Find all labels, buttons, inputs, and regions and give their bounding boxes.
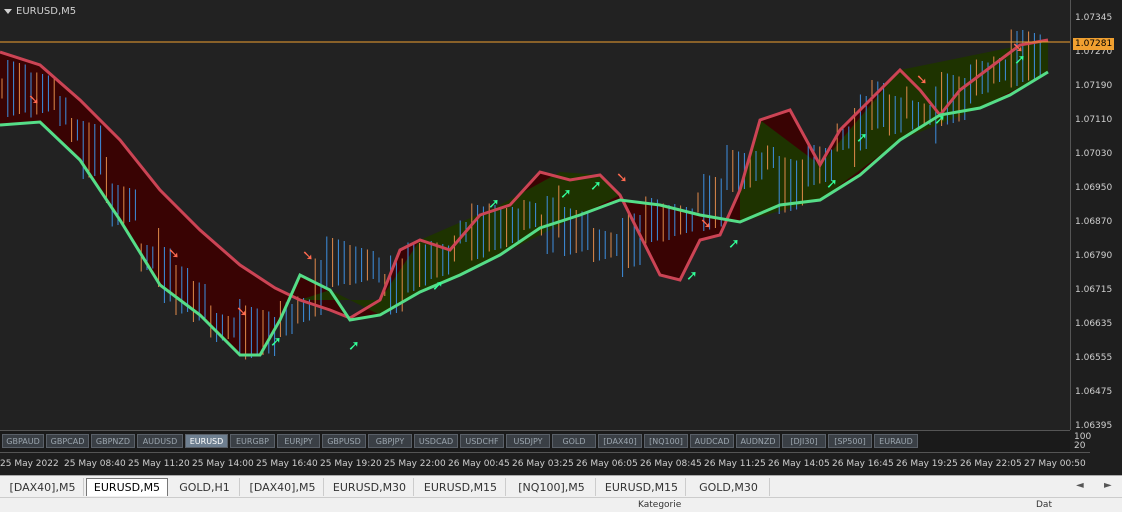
indicator-scale-bottom: 20	[1074, 441, 1086, 451]
current-price-label: 1.07281	[1073, 38, 1115, 50]
symbol-button-eurjpy[interactable]: EURJPY	[277, 434, 320, 448]
time-tick-label: 26 May 19:25	[896, 459, 958, 469]
symbol-button-sp500[interactable]: [SP500]	[828, 434, 872, 448]
symbol-button-gbpnzd[interactable]: GBPNZD	[91, 434, 135, 448]
chart-tab[interactable]: EURUSD,M15	[598, 478, 686, 496]
chart-tab-bar: ◄ ► [DAX40],M5 EURUSD,M5 GOLD,H1 [DAX40],M5…	[0, 475, 1122, 498]
symbol-button-gbpjpy[interactable]: GBPJPY	[368, 434, 412, 448]
bull-arrow-icon: ➚	[270, 334, 282, 350]
symbol-button-audnzd[interactable]: AUDNZD	[736, 434, 780, 448]
bear-arrow-icon: ➘	[616, 170, 628, 186]
bull-arrow-icon: ➚	[348, 338, 360, 354]
status-category: Kategorie	[638, 500, 682, 510]
chart-tab[interactable]: [DAX40],M5	[242, 478, 324, 496]
price-tick-label: 1.06870	[1075, 217, 1113, 227]
symbol-button-gbpusd[interactable]: GBPUSD	[322, 434, 366, 448]
bear-arrow-icon: ➘	[700, 216, 712, 232]
bull-arrow-icon: ➚	[728, 236, 740, 252]
status-bar: Kategorie Dat	[0, 497, 1122, 512]
price-tick-label: 1.06715	[1075, 285, 1113, 295]
time-axis: 25 May 2022 25 May 08:40 25 May 11:20 25 Ma…	[0, 452, 1090, 475]
chart-area[interactable]: ➘ ➘ ➘ ➘ ➘ ➘ ➘ ➘ ➚ ➚ ➚ ➚ ➚ ➚ ➚ ➚ ➚ ➚ ➚ ➚ EURUSD,M5	[0, 0, 1071, 430]
price-tick-label: 1.06950	[1075, 183, 1113, 193]
symbol-button-gbpcad[interactable]: GBPCAD	[46, 434, 89, 448]
bear-arrow-icon: ➘	[236, 304, 248, 320]
chart-tab[interactable]: [NQ100],M5	[508, 478, 596, 496]
chart-tab[interactable]: [DAX40],M5	[2, 478, 84, 496]
symbol-button-audusd[interactable]: AUDUSD	[137, 434, 183, 448]
time-tick-label: 26 May 11:25	[704, 459, 766, 469]
time-tick-label: 25 May 11:20	[128, 459, 190, 469]
tab-scroll-right-icon[interactable]: ►	[1104, 480, 1112, 491]
price-tick-label: 1.06790	[1075, 251, 1113, 261]
price-tick-label: 1.06475	[1075, 387, 1113, 397]
status-date: Dat	[1036, 500, 1052, 510]
time-tick-label: 26 May 06:05	[576, 459, 638, 469]
chart-symbol-label: EURUSD,M5	[16, 6, 77, 17]
symbol-button-usdcad[interactable]: USDCAD	[414, 434, 458, 448]
bear-arrow-icon: ➘	[168, 246, 180, 262]
time-tick-label: 25 May 19:20	[320, 459, 382, 469]
chart-title[interactable]: EURUSD,M5	[4, 6, 76, 17]
price-tick-label: 1.07190	[1075, 81, 1113, 91]
bear-arrow-icon: ➘	[28, 92, 40, 108]
time-tick-label: 25 May 14:00	[192, 459, 254, 469]
symbol-button-nq100[interactable]: [NQ100]	[644, 434, 688, 448]
symbol-button-euraud[interactable]: EURAUD	[874, 434, 918, 448]
symbol-button-gbpaud[interactable]: GBPAUD	[2, 434, 44, 448]
bull-arrow-icon: ➚	[560, 186, 572, 202]
bull-arrow-icon: ➚	[590, 178, 602, 194]
chevron-down-icon[interactable]	[4, 9, 12, 14]
price-tick-label: 1.07030	[1075, 149, 1113, 159]
price-tick-label: 1.07345	[1075, 13, 1113, 23]
symbol-button-audcad[interactable]: AUDCAD	[690, 434, 734, 448]
time-tick-label: 25 May 16:40	[256, 459, 318, 469]
bear-arrow-icon: ➘	[916, 72, 928, 88]
time-tick-label: 26 May 16:45	[832, 459, 894, 469]
bull-arrow-icon: ➚	[826, 176, 838, 192]
price-tick-label: 1.06555	[1075, 353, 1113, 363]
symbol-button-gold[interactable]: GOLD	[552, 434, 596, 448]
symbol-button-eurgbp[interactable]: EURGBP	[230, 434, 275, 448]
price-chart[interactable]: ➘➘➘➘➘➘➘➘➚ ➚➚➚➚ ➚➚➚➚➚➚➚	[0, 0, 1070, 430]
tab-scroll-left-icon[interactable]: ◄	[1076, 480, 1084, 491]
symbol-button-dax40[interactable]: [DAX40]	[598, 434, 642, 448]
bull-arrow-icon: ➚	[856, 130, 868, 146]
price-tick-label: 1.06395	[1075, 421, 1113, 431]
price-axis: 1.07345 1.07270 1.07190 1.07110 1.07030 1.069…	[1071, 0, 1122, 431]
time-tick-label: 25 May 2022	[0, 459, 59, 469]
price-tick-label: 1.06635	[1075, 319, 1113, 329]
chart-tab[interactable]: GOLD,M30	[688, 478, 770, 496]
indicator-scale: 100 20	[1074, 433, 1091, 451]
bear-arrow-icon: ➘	[302, 248, 314, 264]
symbol-button-eurusd[interactable]: EURUSD	[185, 434, 228, 448]
time-tick-label: 25 May 08:40	[64, 459, 126, 469]
bull-arrow-icon: ➚	[686, 268, 698, 284]
bull-arrow-icon: ➚	[1014, 52, 1026, 68]
time-tick-label: 27 May 00:50	[1024, 459, 1086, 469]
bull-arrow-icon: ➚	[934, 112, 946, 128]
time-tick-label: 26 May 08:45	[640, 459, 702, 469]
bull-arrow-icon: ➚	[488, 196, 500, 212]
symbol-button-usdchf[interactable]: USDCHF	[460, 434, 504, 448]
time-tick-label: 25 May 22:00	[384, 459, 446, 469]
symbol-button-usdjpy[interactable]: USDJPY	[506, 434, 550, 448]
time-tick-label: 26 May 03:25	[512, 459, 574, 469]
symbol-button-dji30[interactable]: [DJI30]	[782, 434, 826, 448]
symbol-switcher-bar: GBPAUD GBPCAD GBPNZD AUDUSD EURUSD EURGBP EURJ…	[0, 430, 1070, 453]
price-tick-label: 1.07110	[1075, 115, 1113, 125]
chart-tab[interactable]: EURUSD,M30	[326, 478, 414, 496]
time-tick-label: 26 May 00:45	[448, 459, 510, 469]
chart-tab[interactable]: EURUSD,M5	[86, 478, 168, 496]
chart-tab[interactable]: GOLD,H1	[170, 478, 240, 496]
time-tick-label: 26 May 22:05	[960, 459, 1022, 469]
chart-tab[interactable]: EURUSD,M15	[416, 478, 506, 496]
time-tick-label: 26 May 14:05	[768, 459, 830, 469]
bull-arrow-icon: ➚	[432, 278, 444, 294]
